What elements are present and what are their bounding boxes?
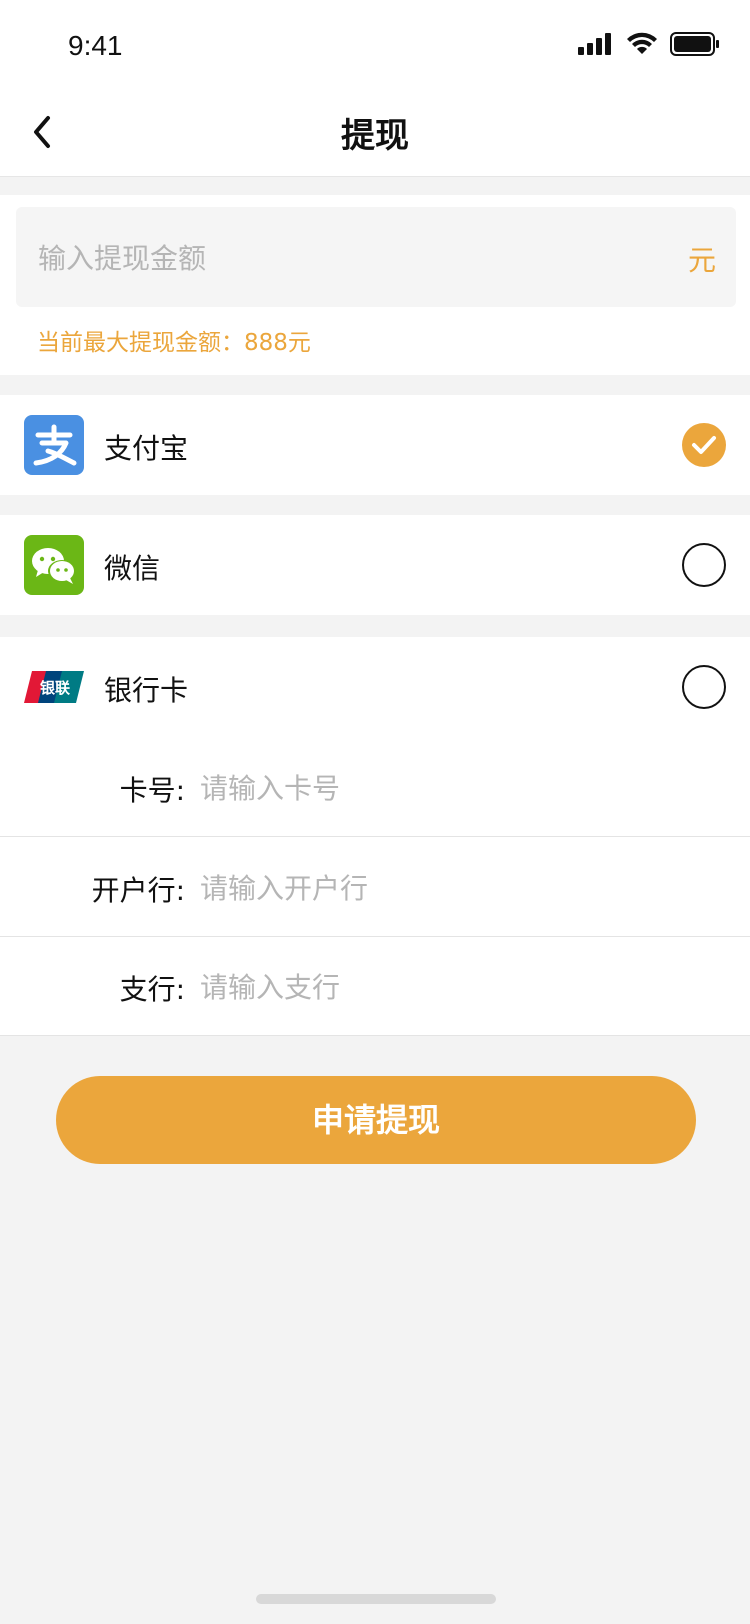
nav-bar: 提现 — [0, 88, 750, 177]
battery-icon — [670, 32, 719, 56]
amount-input[interactable] — [36, 207, 640, 309]
bank-name-row: 开户行: — [0, 837, 750, 937]
payment-option-alipay[interactable]: 支付宝 — [0, 395, 750, 495]
payment-label: 银行卡 — [104, 674, 189, 707]
signal-icon — [578, 33, 611, 55]
branch-row: 支行: — [0, 936, 750, 1036]
submit-withdraw-button[interactable]: 申请提现 — [56, 1076, 696, 1164]
wechat-icon — [24, 535, 84, 595]
amount-input-container: 元 — [16, 207, 736, 309]
payment-option-bank-card[interactable]: 银联 银行卡 — [0, 637, 750, 737]
payment-label: 支付宝 — [104, 432, 189, 465]
payment-option-wechat[interactable]: 微信 — [0, 515, 750, 615]
radio-unchecked[interactable] — [682, 665, 726, 709]
payment-label: 微信 — [104, 552, 161, 585]
amount-unit: 元 — [687, 244, 716, 277]
bank-name-input[interactable] — [198, 857, 722, 919]
card-number-input[interactable] — [198, 757, 722, 819]
amount-section: 元 当前最大提现金额：888元 — [0, 195, 750, 375]
home-indicator — [256, 1594, 496, 1604]
status-bar: 9:41 — [0, 0, 750, 88]
card-number-label: 卡号: — [119, 774, 185, 807]
bank-card-section: 银联 银行卡 卡号: 开户行: 支行: — [0, 637, 750, 1036]
branch-input[interactable] — [198, 956, 722, 1018]
max-amount-hint: 当前最大提现金额：888元 — [37, 330, 311, 356]
radio-unchecked[interactable] — [682, 543, 726, 587]
unionpay-icon: 银联 — [24, 671, 84, 703]
page-title: 提现 — [341, 116, 409, 156]
radio-checked[interactable] — [682, 423, 726, 467]
branch-label: 支行: — [119, 973, 185, 1006]
wifi-icon — [627, 32, 657, 54]
card-number-row: 卡号: — [0, 737, 750, 837]
status-time: 9:41 — [68, 30, 123, 61]
checkmark-icon — [692, 436, 716, 454]
status-icons — [578, 32, 720, 56]
bank-name-label: 开户行: — [91, 874, 185, 907]
unionpay-logo-text: 银联 — [40, 679, 71, 697]
alipay-icon — [24, 415, 84, 475]
